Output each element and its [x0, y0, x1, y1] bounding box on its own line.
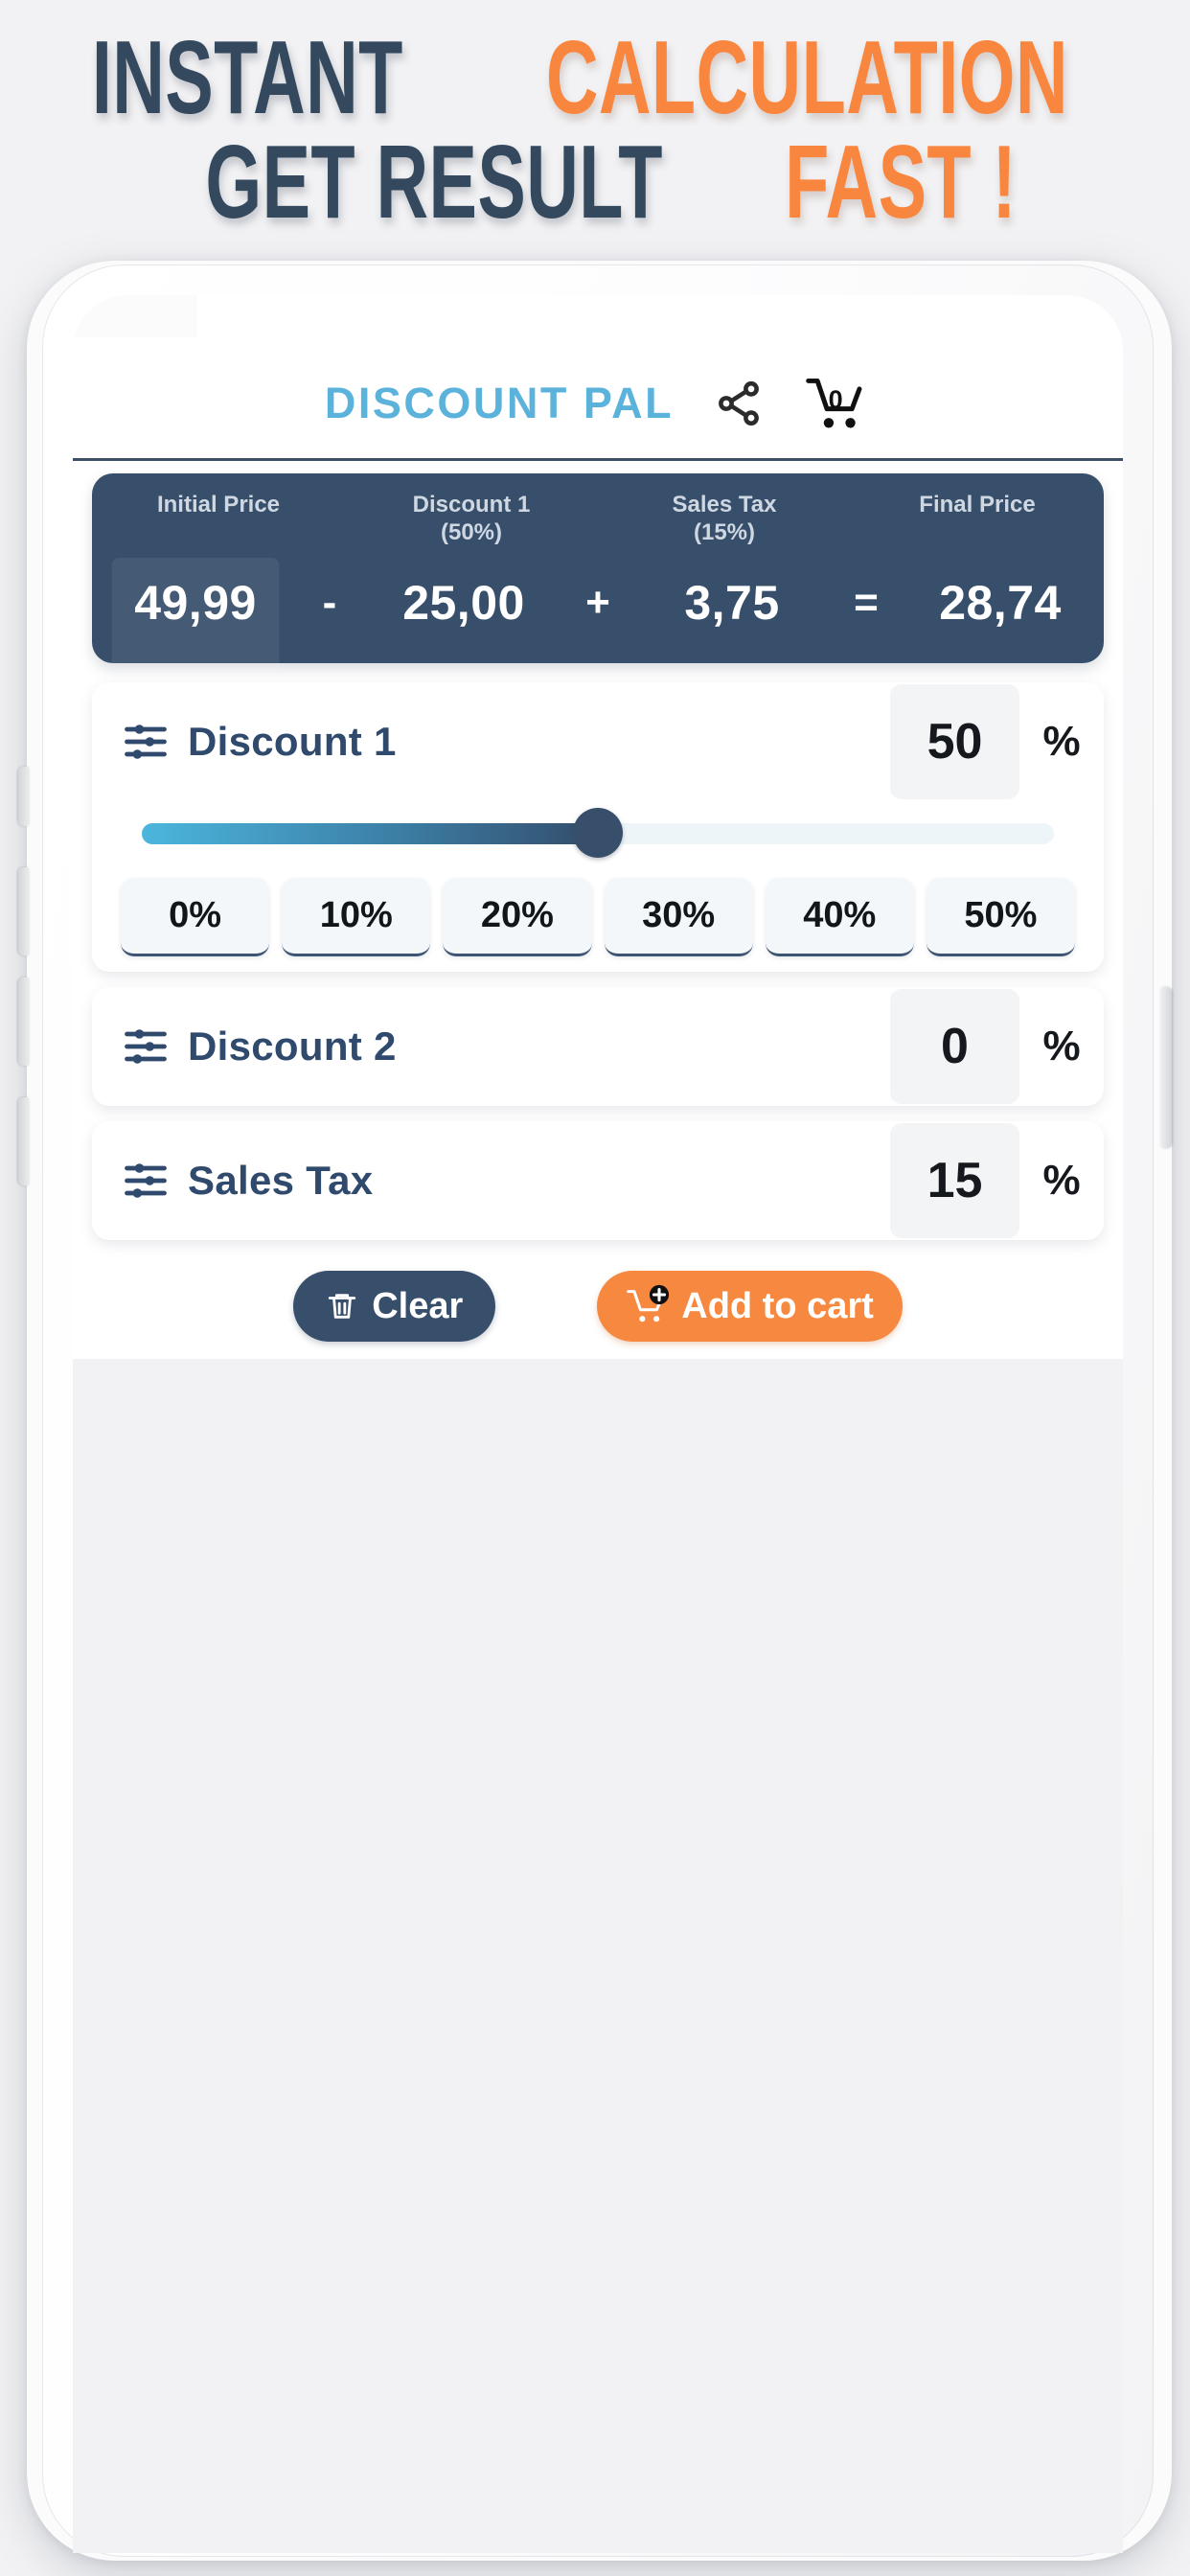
tax-amount-value: 3,75: [684, 576, 780, 630]
quick-percent-button-50[interactable]: 50%: [926, 878, 1076, 956]
headline-get-result: GET RESULT: [205, 123, 663, 241]
discount1-value-input[interactable]: 50: [890, 684, 1019, 799]
summary-header-initial-price: Initial Price: [92, 491, 345, 547]
discount1-header-row: Discount 1 50 %: [92, 682, 1104, 801]
discount1-quick-buttons: 0% 10% 20% 30% 40% 50%: [121, 878, 1076, 956]
calculation-summary-panel: Initial Price Discount 1 (50%) Sales Tax…: [92, 473, 1104, 671]
summary-header-label: Initial Price: [156, 492, 281, 518]
headline-line-1: INSTANT CALCULATION: [0, 25, 1190, 129]
shopping-cart-icon[interactable]: 0: [804, 374, 867, 433]
operator-equals: =: [854, 579, 879, 626]
app-title: DISCOUNT PAL: [324, 379, 675, 427]
discount1-label: Discount 1: [188, 719, 397, 764]
clear-button-label: Clear: [372, 1285, 464, 1326]
summary-header-label: Final Price: [919, 492, 1036, 518]
initial-price-input[interactable]: 49,99: [92, 558, 299, 671]
initial-price-value: 49,99: [134, 576, 257, 630]
summary-header-sales-tax: Sales Tax (15%): [598, 491, 851, 547]
phone-screen: DISCOUNT PAL 0 Initial Price Discount 1 …: [73, 295, 1123, 2553]
phone-volume-up-button: [18, 867, 30, 955]
quick-percent-button-10[interactable]: 10%: [282, 878, 431, 956]
quick-percent-button-40[interactable]: 40%: [765, 878, 914, 956]
discount1-slider[interactable]: [142, 808, 1054, 858]
operator-plus: +: [585, 579, 610, 626]
discount2-label: Discount 2: [188, 1024, 397, 1069]
slider-thumb[interactable]: [573, 808, 623, 858]
header-divider: [73, 458, 1123, 461]
trash-icon: [326, 1290, 358, 1322]
app-header: DISCOUNT PAL 0: [73, 351, 1123, 456]
discount1-percent-sign: %: [1042, 718, 1081, 765]
promo-headline: INSTANT CALCULATION GET RESULT FAST !: [0, 25, 1190, 234]
summary-header-final-price: Final Price: [851, 491, 1104, 547]
share-icon[interactable]: [714, 379, 764, 428]
discount-amount-value: 25,00: [402, 576, 525, 630]
headline-fast: FAST !: [785, 123, 1018, 241]
sliders-icon: [121, 1156, 171, 1206]
summary-header-discount1: Discount 1 (50%): [345, 491, 598, 547]
summary-header-sub: (50%): [440, 519, 503, 546]
summary-header-label: Discount 1: [412, 492, 531, 518]
phone-volume-down-button: [18, 978, 30, 1066]
sales-tax-value-input[interactable]: 15: [890, 1123, 1019, 1238]
phone-mute-switch: [18, 767, 30, 826]
cart-plus-icon: [626, 1284, 670, 1325]
discount2-header-row: Discount 2 0 %: [92, 987, 1104, 1106]
add-to-cart-button-label: Add to cart: [681, 1285, 874, 1326]
summary-header-label: Sales Tax: [672, 492, 777, 518]
sliders-icon: [121, 717, 171, 767]
slider-fill: [142, 823, 598, 844]
discount2-percent-sign: %: [1042, 1023, 1081, 1070]
screen-empty-area: [73, 1359, 1123, 2553]
sales-tax-header-row: Sales Tax 15 %: [92, 1121, 1104, 1240]
clear-button[interactable]: Clear: [293, 1271, 496, 1342]
promo-screenshot: INSTANT CALCULATION GET RESULT FAST ! DISC…: [0, 0, 1190, 2576]
sales-tax-label: Sales Tax: [188, 1158, 374, 1203]
status-bar-area: [73, 295, 197, 337]
summary-values-row: 49,99 - 25,00 + 3,75 = 28,74: [92, 558, 1104, 671]
operator-minus: -: [322, 579, 337, 626]
quick-percent-button-0[interactable]: 0%: [121, 878, 270, 956]
summary-header-sub: (15%): [693, 519, 756, 546]
discount2-card[interactable]: Discount 2 0 %: [92, 987, 1104, 1106]
phone-power-button: [1160, 987, 1172, 1148]
headline-line-2: GET RESULT FAST !: [0, 129, 1190, 234]
quick-percent-button-20[interactable]: 20%: [443, 878, 592, 956]
summary-column-headers: Initial Price Discount 1 (50%) Sales Tax…: [92, 491, 1104, 547]
sliders-icon: [121, 1022, 171, 1071]
headline-instant: INSTANT: [92, 18, 404, 136]
action-button-row: Clear Add to cart: [73, 1265, 1123, 1347]
phone-side-button-extra: [18, 1097, 30, 1185]
add-to-cart-button[interactable]: Add to cart: [597, 1271, 903, 1342]
sales-tax-card[interactable]: Sales Tax 15 %: [92, 1121, 1104, 1240]
sales-tax-percent-sign: %: [1042, 1157, 1081, 1204]
discount1-card: Discount 1 50 % 0% 10% 20% 30% 40% 50%: [92, 682, 1104, 972]
headline-calculation: CALCULATION: [545, 18, 1068, 136]
discount2-value-input[interactable]: 0: [890, 989, 1019, 1104]
final-price-value: 28,74: [939, 576, 1062, 630]
quick-percent-button-30[interactable]: 30%: [604, 878, 753, 956]
